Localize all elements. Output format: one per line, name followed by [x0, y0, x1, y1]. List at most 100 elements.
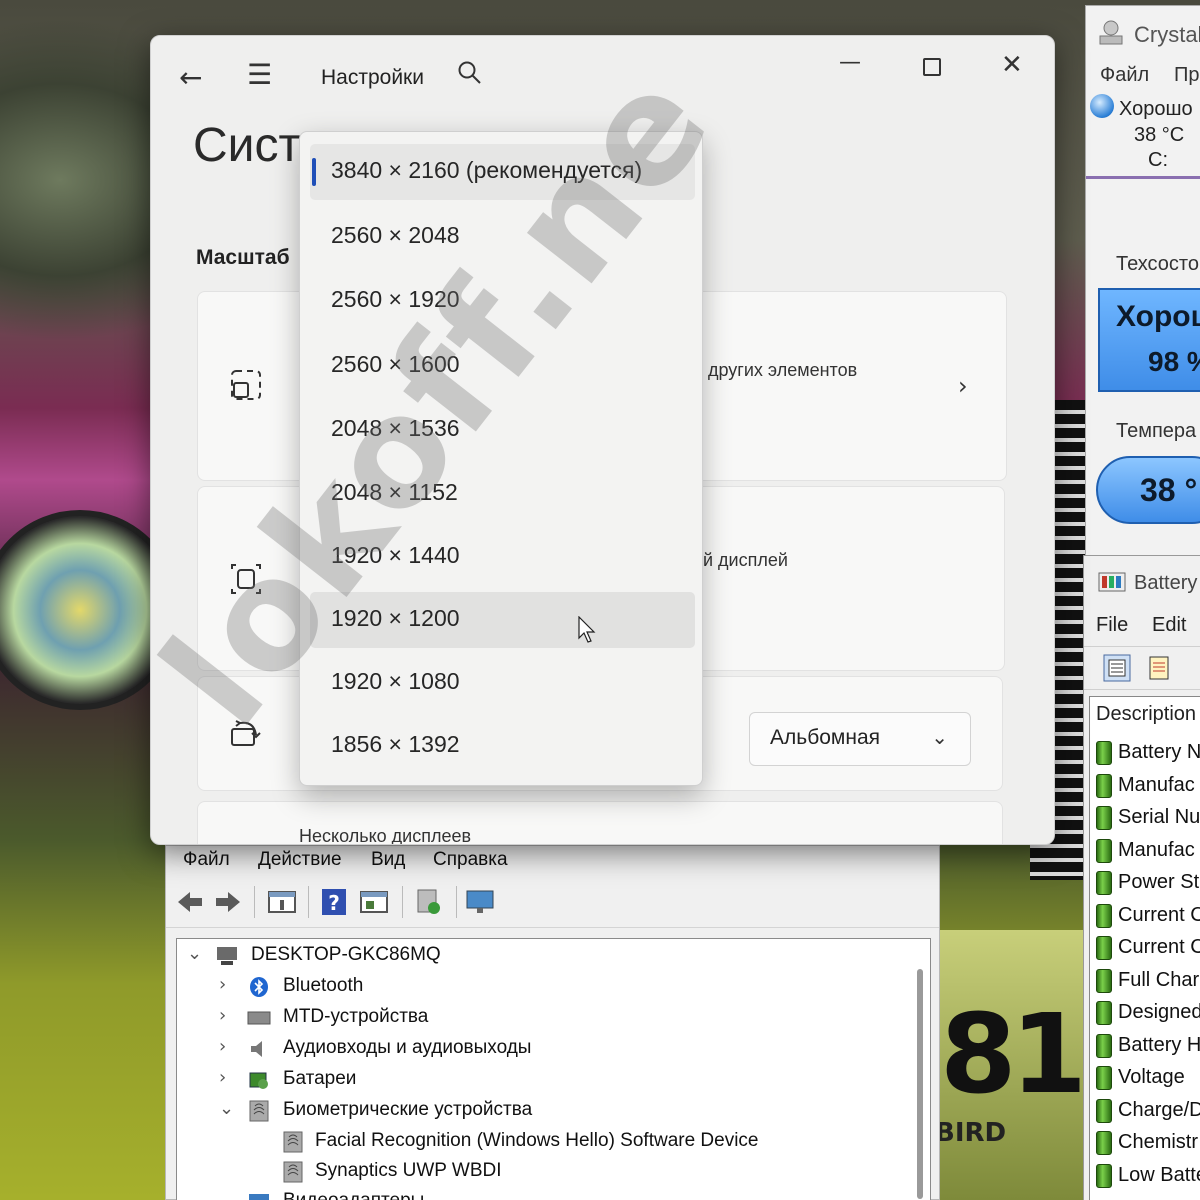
collapse-arrow-icon[interactable]: ⌄	[187, 943, 205, 964]
battery-property-list: Description Battery N Manufac Serial Nu …	[1089, 696, 1200, 1200]
resolution-option-1920x1440[interactable]: 1920 × 1440	[310, 529, 695, 585]
list-item[interactable]: Charge/D	[1118, 1099, 1200, 1122]
battery-row-icon	[1096, 806, 1112, 830]
tree-label: Facial Recognition (Windows Hello) Softw…	[315, 1130, 759, 1151]
scan-hardware-icon[interactable]	[412, 886, 444, 918]
expand-arrow-icon[interactable]: ›	[219, 974, 237, 995]
clipboard-icon[interactable]	[1144, 653, 1174, 683]
resolution-option-2560x2048[interactable]: 2560 × 2048	[310, 209, 695, 265]
tree-row-facial-recognition[interactable]: Facial Recognition (Windows Hello) Softw…	[177, 1127, 917, 1157]
list-item[interactable]: Voltage	[1118, 1066, 1185, 1089]
search-icon[interactable]	[457, 60, 483, 86]
crystal-menu-pr[interactable]: Пр	[1174, 64, 1200, 87]
tree-label: Биометрические устройства	[283, 1099, 533, 1120]
option-label: 2560 × 2048	[331, 222, 460, 248]
tree-row-computer[interactable]: ⌄ DESKTOP-GKC86MQ	[177, 941, 917, 971]
health-percent: 98 %	[1148, 346, 1200, 377]
option-label: 3840 × 2160 (рекомендуется)	[331, 157, 643, 183]
settings-app-title: Настройки	[321, 66, 424, 89]
tree-row-biometric[interactable]: ⌄ Биометрические устройства	[177, 1096, 917, 1126]
crystal-menu-file[interactable]: Файл	[1100, 64, 1149, 87]
battery-row-icon	[1096, 1066, 1112, 1090]
battery-row-icon	[1096, 936, 1112, 960]
tree-row-display-adapters[interactable]: ⌄ Видеоадаптеры	[177, 1187, 917, 1200]
tree-row-mtd[interactable]: › MTD-устройства	[177, 1003, 917, 1033]
expand-arrow-icon[interactable]: ›	[219, 1036, 237, 1057]
menu-file[interactable]: Файл	[183, 849, 230, 871]
resolution-option-1920x1080[interactable]: 1920 × 1080	[310, 655, 695, 711]
back-arrow-icon[interactable]	[174, 886, 206, 918]
minimize-button[interactable]: —	[839, 50, 861, 75]
tree-label: DESKTOP-GKC86MQ	[251, 944, 441, 965]
health-status-box: Хорош 98 %	[1098, 288, 1200, 392]
battery-menu-file[interactable]: File	[1096, 614, 1128, 637]
report-icon[interactable]	[1102, 653, 1132, 683]
expand-arrow-icon[interactable]: ›	[219, 1067, 237, 1088]
column-header-description[interactable]: Description	[1096, 703, 1196, 726]
maximize-button[interactable]	[923, 58, 941, 76]
list-item[interactable]: Manufac	[1118, 774, 1195, 797]
battery-row-icon	[1096, 1164, 1112, 1188]
list-item[interactable]: Manufac	[1118, 839, 1195, 862]
card-description: других элементов	[708, 360, 858, 380]
menu-help[interactable]: Справка	[433, 849, 508, 871]
resolution-option-2560x1600[interactable]: 2560 × 1600	[310, 338, 695, 394]
battery-row-icon	[1096, 774, 1112, 798]
list-item[interactable]: Battery H	[1118, 1034, 1200, 1057]
device-manager-menubar: Файл Действие Вид Справка	[166, 846, 939, 876]
resolution-dropdown[interactable]: 3840 × 2160 (рекомендуется) 2560 × 2048 …	[299, 131, 703, 786]
chevron-down-icon: ⌄	[931, 725, 948, 749]
resolution-option-2048x1536[interactable]: 2048 × 1536	[310, 402, 695, 458]
close-button[interactable]: ✕	[1001, 50, 1023, 80]
battery-menu-edit[interactable]: Edit	[1152, 614, 1186, 637]
tree-row-audio[interactable]: › Аудиовходы и аудиовыходы	[177, 1034, 917, 1064]
crystal-drive[interactable]: C:	[1148, 149, 1168, 172]
list-item[interactable]: Current C	[1118, 936, 1200, 959]
hamburger-menu-icon[interactable]: ☰	[247, 58, 272, 91]
list-item[interactable]: Low Batte	[1118, 1164, 1200, 1187]
collapse-arrow-icon[interactable]: ⌄	[219, 1098, 237, 1119]
battery-row-icon	[1096, 969, 1112, 993]
health-label: Техсосто	[1116, 253, 1199, 275]
resolution-option-2048x1152[interactable]: 2048 × 1152	[310, 466, 695, 522]
battery-row-icon	[1096, 839, 1112, 863]
tree-row-batteries[interactable]: › Батареи	[177, 1065, 917, 1095]
battery-row-icon	[1096, 1099, 1112, 1123]
resolution-option-2560x1920[interactable]: 2560 × 1920	[310, 273, 695, 329]
back-arrow-icon[interactable]: ←	[179, 61, 202, 94]
list-item[interactable]: Full Char	[1118, 969, 1199, 992]
speaker-icon	[251, 1041, 262, 1057]
list-item[interactable]: Chemistr	[1118, 1131, 1198, 1154]
crystal-status: Хорошо	[1119, 98, 1193, 120]
mouse-cursor-icon	[578, 616, 596, 643]
collapse-arrow-icon[interactable]: ⌄	[219, 1189, 237, 1200]
svg-text:?: ?	[328, 891, 340, 915]
tree-scrollbar[interactable]	[917, 969, 923, 1199]
update-driver-icon[interactable]	[358, 886, 390, 918]
list-item[interactable]: Current C	[1118, 904, 1200, 927]
properties-icon[interactable]	[266, 886, 298, 918]
crystal-title: Crystal	[1134, 22, 1200, 47]
list-item[interactable]: Serial Nu	[1118, 806, 1200, 829]
resolution-option-1856x1392[interactable]: 1856 × 1392	[310, 718, 695, 774]
rotate-display-icon	[231, 720, 261, 746]
forward-arrow-icon[interactable]	[212, 886, 244, 918]
tree-row-synaptics[interactable]: Synaptics UWP WBDI	[177, 1157, 917, 1187]
resolution-option-1920x1200[interactable]: 1920 × 1200	[310, 592, 695, 648]
menu-action[interactable]: Действие	[258, 849, 342, 871]
tree-row-bluetooth[interactable]: › Bluetooth	[177, 972, 917, 1002]
list-item[interactable]: Battery N	[1118, 741, 1200, 764]
orientation-select[interactable]: Альбомная ⌄	[749, 712, 971, 766]
battery-row-icon	[1096, 904, 1112, 928]
menu-view[interactable]: Вид	[371, 849, 405, 871]
section-label-scale: Масштаб	[196, 246, 290, 269]
chevron-right-icon[interactable]: ›	[958, 372, 968, 400]
settings-titlebar: ← ☰ Настройки — ✕	[151, 36, 1054, 116]
monitor-icon[interactable]	[464, 886, 496, 918]
resolution-option-3840x2160[interactable]: 3840 × 2160 (рекомендуется)	[310, 144, 695, 200]
list-item[interactable]: Designed	[1118, 1001, 1200, 1024]
expand-arrow-icon[interactable]: ›	[219, 1005, 237, 1026]
list-item[interactable]: Power St	[1118, 871, 1199, 894]
help-icon[interactable]: ?	[318, 886, 350, 918]
option-label: 2048 × 1152	[331, 479, 458, 505]
